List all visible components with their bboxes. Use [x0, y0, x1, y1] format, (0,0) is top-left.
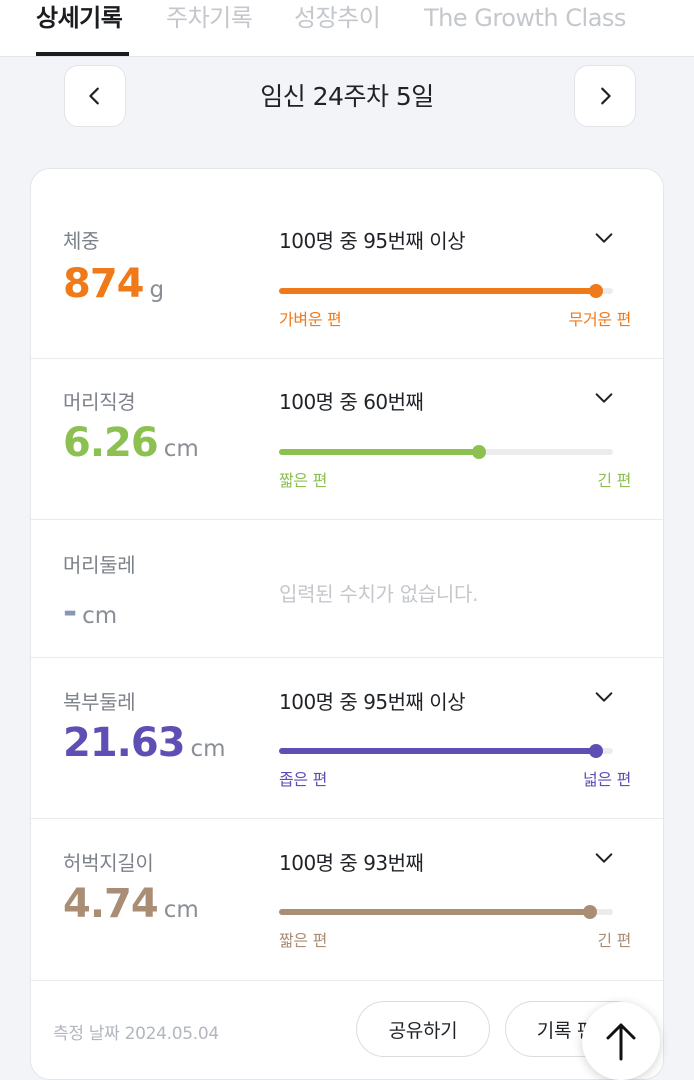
tab-detail-record[interactable]: 상세기록: [36, 4, 123, 32]
measurement-value: 6.26 cm: [63, 420, 199, 466]
measured-date: 측정 날짜 2024.05.04: [53, 1024, 219, 1044]
next-week-button[interactable]: [574, 65, 636, 127]
percentile-fill: [279, 909, 590, 915]
chevron-down-icon[interactable]: [593, 686, 615, 708]
high-label: 무거운 편: [568, 310, 632, 329]
percentile-bar: [279, 905, 613, 919]
share-button[interactable]: 공유하기: [356, 1001, 490, 1057]
value-unit: cm: [82, 603, 118, 629]
chevron-down-icon[interactable]: [593, 847, 615, 869]
percentile-knob: [589, 284, 604, 298]
high-label: 긴 편: [597, 931, 631, 950]
measurement-row-femur-length: 허벅지길이 4.74 cm 100명 중 93번째 짧은 편 긴 편: [31, 819, 663, 981]
arrow-up-icon: [606, 1023, 636, 1061]
high-label: 넓은 편: [582, 770, 631, 789]
percentile-knob: [582, 905, 597, 919]
low-label: 가벼운 편: [279, 310, 342, 329]
measurement-row-head-circumference: 머리둘레 - cm 입력된 수치가 없습니다.: [31, 520, 663, 658]
low-label: 짧은 편: [279, 471, 328, 490]
value-number: 4.74: [63, 881, 159, 927]
measurement-name: 허벅지길이: [63, 851, 154, 875]
measurement-name: 머리직경: [63, 390, 136, 414]
measurement-name: 체중: [63, 229, 100, 253]
prev-week-button[interactable]: [64, 65, 126, 127]
low-label: 좁은 편: [279, 770, 328, 789]
percentile-knob: [472, 445, 487, 459]
measurement-name: 머리둘레: [63, 553, 136, 577]
percentile-bar: [279, 744, 613, 758]
chevron-left-icon: [89, 87, 99, 105]
measurement-card: 체중 874 g 100명 중 95번째 이상 가벼운 편 무거운 편 머리직경 …: [30, 168, 664, 1080]
rank-text: 100명 중 60번째: [279, 390, 424, 414]
measurement-name: 복부둘레: [63, 690, 136, 714]
measurement-value: 4.74 cm: [63, 881, 199, 927]
percentile-bar: [279, 445, 613, 459]
value-number: 874: [63, 261, 144, 307]
rank-text: 100명 중 95번째 이상: [279, 690, 466, 714]
week-title: 임신 24주차 5일: [260, 82, 434, 111]
percentile-knob: [589, 744, 604, 758]
value-unit: g: [149, 277, 165, 303]
measurement-value: 21.63 cm: [63, 720, 226, 766]
chevron-down-icon[interactable]: [593, 227, 615, 249]
value-number: 21.63: [63, 720, 186, 766]
value-number: 6.26: [63, 420, 159, 466]
value-number: -: [63, 592, 77, 632]
measurement-row-abdominal-circumference: 복부둘레 21.63 cm 100명 중 95번째 이상 좁은 편 넓은 편: [31, 658, 663, 819]
percentile-fill: [279, 288, 597, 294]
value-unit: cm: [190, 736, 226, 762]
high-label: 긴 편: [597, 471, 631, 490]
empty-value-message: 입력된 수치가 없습니다.: [279, 582, 479, 606]
low-label: 짧은 편: [279, 931, 328, 950]
value-unit: cm: [163, 897, 199, 923]
tab-growth-class[interactable]: The Growth Class: [424, 4, 626, 32]
top-tab-bar: 상세기록 주차기록 성장추이 The Growth Class: [0, 0, 694, 57]
measurement-row-head-diameter: 머리직경 6.26 cm 100명 중 60번째 짧은 편 긴 편: [31, 359, 663, 520]
chevron-right-icon: [601, 87, 611, 105]
percentile-bar: [279, 284, 613, 298]
percentile-fill: [279, 748, 597, 754]
measurement-value: - cm: [63, 592, 117, 632]
value-unit: cm: [163, 436, 199, 462]
tab-growth-trend[interactable]: 성장추이: [294, 4, 381, 32]
rank-text: 100명 중 93번째: [279, 851, 424, 875]
active-tab-indicator: [36, 52, 129, 56]
tab-weekly-record[interactable]: 주차기록: [166, 4, 253, 32]
measurement-row-weight: 체중 874 g 100명 중 95번째 이상 가벼운 편 무거운 편: [31, 169, 663, 359]
rank-text: 100명 중 95번째 이상: [279, 229, 466, 253]
scroll-top-button[interactable]: [582, 1002, 660, 1080]
chevron-down-icon[interactable]: [593, 387, 615, 409]
percentile-fill: [279, 449, 480, 455]
measurement-value: 874 g: [63, 261, 164, 307]
